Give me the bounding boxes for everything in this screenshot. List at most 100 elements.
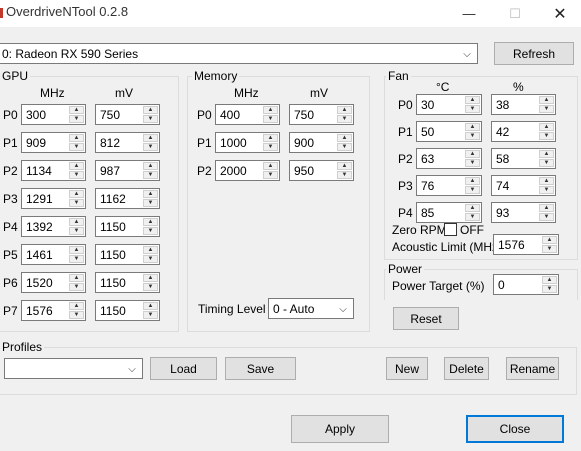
- arrow-down-icon[interactable]: ▼: [539, 213, 554, 221]
- zero-rpm-checkbox[interactable]: [444, 223, 457, 236]
- arrow-up-icon[interactable]: ▲: [69, 218, 84, 226]
- arrow-up-icon[interactable]: ▲: [143, 190, 158, 198]
- gpu-mv-spinner[interactable]: 812 ▲ ▼: [95, 132, 160, 153]
- gpu-mv-spinner[interactable]: 987 ▲ ▼: [95, 160, 160, 181]
- arrow-up-icon[interactable]: ▲: [539, 150, 554, 158]
- arrow-up-icon[interactable]: ▲: [69, 246, 84, 254]
- arrow-down-icon[interactable]: ▼: [337, 171, 352, 179]
- arrow-down-icon[interactable]: ▼: [263, 143, 278, 151]
- arrow-down-icon[interactable]: ▼: [539, 186, 554, 194]
- fan-temp-spinner[interactable]: 30 ▲ ▼: [416, 94, 482, 115]
- arrow-down-icon[interactable]: ▼: [143, 283, 158, 291]
- arrow-down-icon[interactable]: ▼: [69, 115, 84, 123]
- reset-button[interactable]: Reset: [393, 307, 459, 330]
- arrow-up-icon[interactable]: ▲: [69, 106, 84, 114]
- arrow-down-icon[interactable]: ▼: [337, 115, 352, 123]
- arrow-down-icon[interactable]: ▼: [465, 132, 480, 140]
- close-window-button[interactable]: ✕: [537, 0, 581, 27]
- gpu-mv-spinner[interactable]: 1162 ▲ ▼: [95, 188, 160, 209]
- arrow-up-icon[interactable]: ▲: [143, 302, 158, 310]
- gpu-mhz-spinner[interactable]: 1520 ▲ ▼: [21, 272, 86, 293]
- arrow-up-icon[interactable]: ▲: [263, 162, 278, 170]
- arrow-down-icon[interactable]: ▼: [263, 171, 278, 179]
- arrow-up-icon[interactable]: ▲: [539, 96, 554, 104]
- device-select[interactable]: 0: Radeon RX 590 Series ⌵: [0, 43, 478, 64]
- arrow-up-icon[interactable]: ▲: [465, 204, 480, 212]
- arrow-down-icon[interactable]: ▼: [539, 159, 554, 167]
- arrow-up-icon[interactable]: ▲: [465, 150, 480, 158]
- gpu-mhz-spinner[interactable]: 1291 ▲ ▼: [21, 188, 86, 209]
- arrow-up-icon[interactable]: ▲: [143, 274, 158, 282]
- arrow-down-icon[interactable]: ▼: [542, 285, 557, 293]
- arrow-down-icon[interactable]: ▼: [69, 311, 84, 319]
- memory-mhz-spinner[interactable]: 400 ▲ ▼: [215, 104, 280, 125]
- arrow-up-icon[interactable]: ▲: [263, 134, 278, 142]
- arrow-up-icon[interactable]: ▲: [143, 246, 158, 254]
- arrow-down-icon[interactable]: ▼: [263, 115, 278, 123]
- fan-pct-spinner[interactable]: 93 ▲ ▼: [491, 202, 556, 223]
- fan-temp-spinner[interactable]: 76 ▲ ▼: [416, 175, 482, 196]
- arrow-up-icon[interactable]: ▲: [337, 106, 352, 114]
- memory-mhz-spinner[interactable]: 2000 ▲ ▼: [215, 160, 280, 181]
- arrow-up-icon[interactable]: ▲: [465, 123, 480, 131]
- arrow-up-icon[interactable]: ▲: [143, 162, 158, 170]
- arrow-down-icon[interactable]: ▼: [69, 227, 84, 235]
- arrow-up-icon[interactable]: ▲: [69, 274, 84, 282]
- new-button[interactable]: New: [386, 357, 428, 380]
- arrow-up-icon[interactable]: ▲: [539, 123, 554, 131]
- gpu-mv-spinner[interactable]: 1150 ▲ ▼: [95, 244, 160, 265]
- arrow-down-icon[interactable]: ▼: [143, 171, 158, 179]
- minimize-button[interactable]: —: [446, 0, 492, 27]
- memory-mhz-spinner[interactable]: 1000 ▲ ▼: [215, 132, 280, 153]
- memory-mv-spinner[interactable]: 950 ▲ ▼: [289, 160, 354, 181]
- arrow-up-icon[interactable]: ▲: [143, 134, 158, 142]
- arrow-down-icon[interactable]: ▼: [69, 199, 84, 207]
- arrow-up-icon[interactable]: ▲: [143, 218, 158, 226]
- acoustic-limit-spinner[interactable]: 1576 ▲ ▼: [493, 234, 559, 255]
- save-button[interactable]: Save: [225, 357, 296, 380]
- gpu-mhz-spinner[interactable]: 909 ▲ ▼: [21, 132, 86, 153]
- rename-button[interactable]: Rename: [506, 357, 559, 380]
- arrow-up-icon[interactable]: ▲: [69, 302, 84, 310]
- arrow-down-icon[interactable]: ▼: [143, 143, 158, 151]
- delete-button[interactable]: Delete: [444, 357, 489, 380]
- gpu-mhz-spinner[interactable]: 1461 ▲ ▼: [21, 244, 86, 265]
- arrow-down-icon[interactable]: ▼: [539, 132, 554, 140]
- arrow-up-icon[interactable]: ▲: [263, 106, 278, 114]
- profile-select[interactable]: ⌵: [4, 358, 143, 379]
- arrow-down-icon[interactable]: ▼: [143, 115, 158, 123]
- arrow-down-icon[interactable]: ▼: [143, 227, 158, 235]
- fan-temp-spinner[interactable]: 50 ▲ ▼: [416, 121, 482, 142]
- gpu-mv-spinner[interactable]: 1150 ▲ ▼: [95, 216, 160, 237]
- arrow-down-icon[interactable]: ▼: [539, 105, 554, 113]
- gpu-mhz-spinner[interactable]: 1134 ▲ ▼: [21, 160, 86, 181]
- gpu-mhz-spinner[interactable]: 1576 ▲ ▼: [21, 300, 86, 321]
- gpu-mhz-spinner[interactable]: 1392 ▲ ▼: [21, 216, 86, 237]
- gpu-mv-spinner[interactable]: 1150 ▲ ▼: [95, 272, 160, 293]
- arrow-down-icon[interactable]: ▼: [465, 186, 480, 194]
- gpu-mv-spinner[interactable]: 750 ▲ ▼: [95, 104, 160, 125]
- fan-pct-spinner[interactable]: 74 ▲ ▼: [491, 175, 556, 196]
- gpu-mhz-spinner[interactable]: 300 ▲ ▼: [21, 104, 86, 125]
- arrow-down-icon[interactable]: ▼: [542, 245, 557, 253]
- arrow-down-icon[interactable]: ▼: [465, 105, 480, 113]
- memory-mv-spinner[interactable]: 750 ▲ ▼: [289, 104, 354, 125]
- refresh-button[interactable]: Refresh: [494, 42, 574, 65]
- arrow-up-icon[interactable]: ▲: [465, 96, 480, 104]
- close-button[interactable]: Close: [466, 415, 564, 443]
- arrow-down-icon[interactable]: ▼: [143, 199, 158, 207]
- arrow-down-icon[interactable]: ▼: [69, 143, 84, 151]
- arrow-up-icon[interactable]: ▲: [69, 190, 84, 198]
- arrow-up-icon[interactable]: ▲: [539, 204, 554, 212]
- arrow-up-icon[interactable]: ▲: [542, 236, 557, 244]
- apply-button[interactable]: Apply: [291, 415, 389, 443]
- fan-pct-spinner[interactable]: 38 ▲ ▼: [491, 94, 556, 115]
- arrow-up-icon[interactable]: ▲: [143, 106, 158, 114]
- timing-level-select[interactable]: 0 - Auto ⌵: [268, 298, 354, 319]
- gpu-mv-spinner[interactable]: 1150 ▲ ▼: [95, 300, 160, 321]
- arrow-down-icon[interactable]: ▼: [465, 159, 480, 167]
- arrow-up-icon[interactable]: ▲: [69, 162, 84, 170]
- fan-temp-spinner[interactable]: 85 ▲ ▼: [416, 202, 482, 223]
- fan-pct-spinner[interactable]: 58 ▲ ▼: [491, 148, 556, 169]
- arrow-up-icon[interactable]: ▲: [465, 177, 480, 185]
